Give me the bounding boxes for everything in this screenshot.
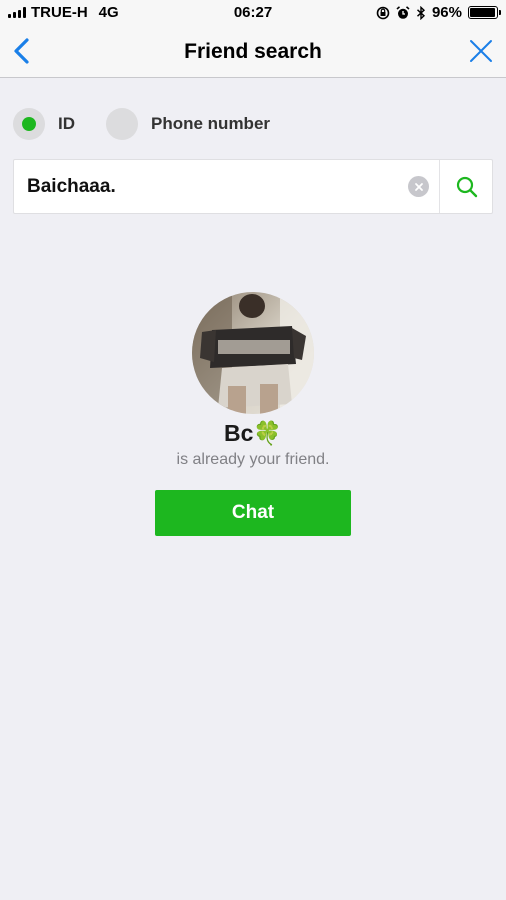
clear-icon[interactable]: [408, 176, 429, 197]
battery-fill: [470, 8, 495, 17]
radio-dot: [22, 117, 36, 131]
search-icon: [456, 176, 477, 197]
search-field[interactable]: Baichaaa.: [13, 159, 493, 214]
x-mark-icon: [414, 182, 423, 191]
radio-selected-icon: [13, 108, 45, 140]
page-title: Friend search: [184, 40, 322, 63]
radio-option-phone-number[interactable]: Phone number: [106, 108, 270, 140]
orientation-lock-icon: [376, 6, 390, 19]
radio-label-id: ID: [58, 114, 75, 133]
chat-button[interactable]: Chat: [155, 490, 351, 536]
radio-label-phone-number: Phone number: [151, 114, 271, 133]
battery-icon: [468, 6, 501, 19]
radio-unselected-icon: [106, 108, 138, 140]
profile-photo: [192, 292, 314, 414]
friend-status-text: is already your friend.: [176, 451, 330, 468]
battery-percent: 96%: [431, 4, 462, 21]
status-right: 96%: [376, 4, 501, 21]
search-type-selector: ID Phone number: [13, 108, 270, 140]
close-icon[interactable]: [468, 38, 494, 64]
avatar[interactable]: [192, 292, 314, 414]
nav-bar: Friend search: [0, 26, 506, 78]
bluetooth-icon: [416, 5, 425, 20]
search-input[interactable]: Baichaaa.: [27, 176, 116, 198]
status-bar: TRUE-H 4G 06:27 96%: [0, 0, 506, 26]
radio-option-id[interactable]: ID: [13, 108, 75, 140]
friend-name: Bc🍀: [223, 420, 283, 446]
alarm-icon: [396, 5, 410, 19]
search-button[interactable]: [440, 160, 493, 213]
